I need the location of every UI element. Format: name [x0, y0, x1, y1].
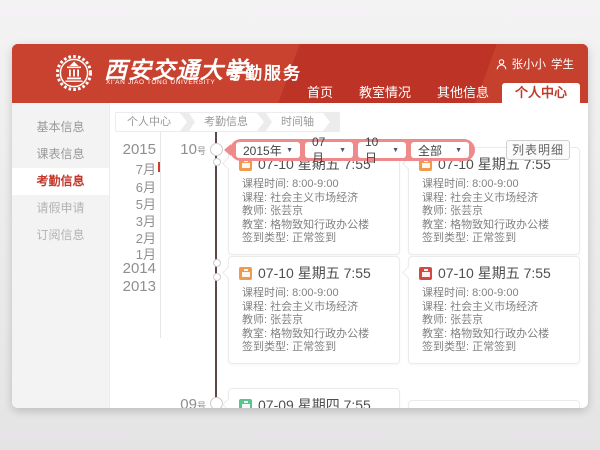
type-dropdown[interactable]: 全部 ▼ [411, 142, 469, 158]
main-nav: 首页 教室情况 其他信息 个人中心 [294, 83, 580, 103]
card-date: 07-10 星期五 7:55 [258, 263, 371, 283]
year-dropdown-value: 2015年 [243, 142, 282, 159]
card-field-teacher: 教师: 张芸京 [239, 314, 389, 328]
date-filter-bar: 2015年 ▼ 07月 ▼ 10日 ▼ 全部 ▼ [230, 139, 475, 161]
attendance-card-partial[interactable] [408, 400, 580, 408]
card-header: 07-09 星期四 7:55 [239, 395, 389, 408]
card-field-classroom: 教室: 格物致知行政办公楼 [419, 328, 569, 342]
card-field-course-time: 课程时间: 8:00-9:00 [239, 178, 389, 192]
sidebar-item-subscription-info[interactable]: 订阅信息 [12, 222, 109, 249]
axis-year[interactable]: 2013 [123, 278, 156, 295]
card-header: 07-10 星期五 7:55 [239, 263, 389, 283]
card-field-classroom: 教室: 格物致知行政办公楼 [239, 328, 389, 342]
card-field-course-time: 课程时间: 8:00-9:00 [419, 287, 569, 301]
card-date: 07-09 星期四 7:55 [258, 395, 371, 408]
attendance-card[interactable]: 07-09 星期四 7:55 [228, 388, 400, 408]
card-field-teacher: 教师: 张芸京 [419, 205, 569, 219]
card-field-signin-type: 签到类型: 正常签到 [419, 232, 569, 246]
day-dropdown[interactable]: 10日 ▼ [358, 142, 406, 158]
sidebar-item-attendance-info[interactable]: 考勤信息 [12, 168, 109, 195]
timeline-line [215, 132, 217, 408]
day-marker-label: 10号 [162, 141, 206, 159]
university-name-en: XI'AN JIAO TONG UNIVERSITY [106, 79, 215, 86]
breadcrumb-timeline[interactable]: 时间轴 [266, 113, 330, 131]
day-suffix: 号 [197, 146, 206, 156]
card-field-signin-type: 签到类型: 正常签到 [419, 341, 569, 355]
type-dropdown-value: 全部 [418, 142, 442, 159]
attendance-card[interactable]: 07-10 星期五 7:55 课程时间: 8:00-9:00 课程: 社会主义市… [408, 147, 580, 255]
attendance-card[interactable]: 07-10 星期五 7:55 课程时间: 8:00-9:00 课程: 社会主义市… [408, 256, 580, 364]
nav-home[interactable]: 首页 [294, 83, 346, 103]
status-calendar-icon [239, 267, 252, 280]
card-date: 07-10 星期五 7:55 [438, 263, 551, 283]
card-field-course: 课程: 社会主义市场经济 [419, 301, 569, 315]
month-dropdown-value: 07月 [312, 135, 335, 166]
status-calendar-icon [239, 399, 252, 409]
chevron-down-icon: ▼ [392, 147, 399, 154]
user-info[interactable]: 张小小 学生 [496, 56, 575, 72]
sidebar: 基本信息 课表信息 考勤信息 请假申请 订阅信息 [12, 103, 110, 408]
chevron-down-icon: ▼ [339, 147, 346, 154]
card-header: 07-10 星期五 7:55 [419, 263, 569, 283]
card-field-course-time: 课程时间: 8:00-9:00 [419, 178, 569, 192]
person-icon [496, 59, 507, 70]
status-seal-icon [419, 267, 432, 280]
card-field-classroom: 教室: 格物致知行政办公楼 [239, 219, 389, 233]
card-field-course-time: 课程时间: 8:00-9:00 [239, 287, 389, 301]
university-logo-icon [54, 53, 94, 93]
day-dropdown-value: 10日 [365, 135, 388, 166]
current-month-marker [158, 162, 160, 172]
list-detail-button[interactable]: 列表明细 [506, 140, 570, 160]
day-suffix: 号 [197, 401, 206, 408]
user-name: 张小小 [512, 56, 547, 72]
card-field-teacher: 教师: 张芸京 [419, 314, 569, 328]
timeline-node [210, 397, 223, 408]
user-role: 学生 [551, 56, 574, 72]
month-dropdown[interactable]: 07月 ▼ [305, 142, 353, 158]
axis-year[interactable]: 2015 [123, 141, 156, 158]
card-field-course: 课程: 社会主义市场经济 [419, 192, 569, 206]
nav-personal-center[interactable]: 个人中心 [502, 83, 580, 103]
attendance-card[interactable]: 07-10 星期五 7:55 课程时间: 8:00-9:00 课程: 社会主义市… [228, 256, 400, 364]
card-field-classroom: 教室: 格物致知行政办公楼 [419, 219, 569, 233]
card-field-signin-type: 签到类型: 正常签到 [239, 232, 389, 246]
breadcrumb-attendance-info[interactable]: 考勤信息 [189, 113, 264, 131]
chevron-down-icon: ▼ [455, 147, 462, 154]
card-field-course: 课程: 社会主义市场经济 [239, 301, 389, 315]
nav-other-info[interactable]: 其他信息 [424, 83, 502, 103]
timeline-node [210, 143, 223, 156]
year-dropdown[interactable]: 2015年 ▼ [236, 142, 300, 158]
timeline-node [213, 259, 221, 267]
day-number: 10 [180, 141, 197, 158]
chevron-down-icon: ▼ [286, 147, 293, 154]
breadcrumb-personal-center[interactable]: 个人中心 [116, 113, 187, 131]
sidebar-item-schedule-info[interactable]: 课表信息 [12, 141, 109, 168]
app-window: 西安交通大学 XI'AN JIAO TONG UNIVERSITY 考勤服务 张… [12, 44, 588, 408]
day-number: 09 [180, 396, 197, 408]
app-header: 西安交通大学 XI'AN JIAO TONG UNIVERSITY 考勤服务 张… [12, 44, 588, 103]
day-marker-label: 09号 [162, 396, 206, 408]
axis-year[interactable]: 2014 [123, 260, 156, 277]
timeline-node [213, 273, 221, 281]
sidebar-item-basic-info[interactable]: 基本信息 [12, 114, 109, 141]
axis-month[interactable]: 7月 [136, 159, 156, 178]
nav-classrooms[interactable]: 教室情况 [346, 83, 424, 103]
timeline-node [213, 158, 221, 166]
app-title: 考勤服务 [226, 59, 302, 84]
sidebar-item-leave-request[interactable]: 请假申请 [12, 195, 109, 222]
card-field-course: 课程: 社会主义市场经济 [239, 192, 389, 206]
year-axis-line [160, 132, 161, 338]
card-field-signin-type: 签到类型: 正常签到 [239, 341, 389, 355]
card-field-teacher: 教师: 张芸京 [239, 205, 389, 219]
breadcrumb: 个人中心 考勤信息 时间轴 [115, 112, 340, 132]
